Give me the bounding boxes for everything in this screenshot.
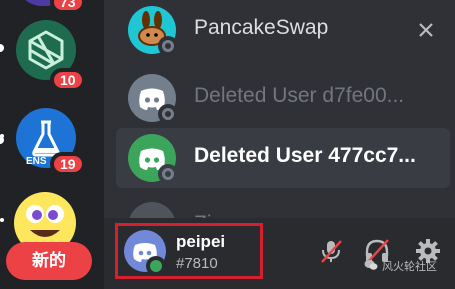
status-indicator [158, 104, 178, 124]
server-badge-hexagon: 10 [50, 68, 86, 92]
server-badge-ens: 19 [50, 152, 86, 176]
dm-name: PancakeSwap [194, 16, 329, 39]
server-badge-top: 73 [50, 0, 86, 14]
dm-name: Deleted User d7fe00... [194, 84, 405, 107]
dm-item-pancakeswap[interactable]: PancakeSwap [116, 0, 450, 60]
status-indicator [158, 164, 178, 184]
dm-item-partial[interactable]: Zi [116, 196, 450, 218]
highlight-annotation [115, 223, 263, 279]
new-label-badge[interactable]: 新的 [6, 242, 92, 280]
dm-item-deleted-user-477cc7[interactable]: Deleted User 477cc7... [116, 128, 450, 188]
status-indicator [158, 36, 178, 56]
dm-name: Deleted User 477cc7... [194, 144, 416, 167]
dm-list: PancakeSwap Deleted User d7fe00... Delet… [104, 0, 455, 218]
offline-icon [162, 108, 174, 120]
offline-icon [162, 40, 174, 52]
server-rail: 73 10 ENS 19 新的 [0, 0, 104, 289]
watermark-text: 风火轮社区 [382, 260, 437, 273]
pill-indicator [0, 218, 4, 222]
offline-icon [162, 168, 174, 180]
wechat-icon [364, 260, 378, 270]
dm-avatar [128, 202, 176, 218]
pill-indicator [0, 134, 4, 138]
mute-icon[interactable] [318, 238, 344, 264]
pill-indicator [0, 46, 4, 50]
dm-item-deleted-user-d7fe00[interactable]: Deleted User d7fe00... [116, 68, 450, 128]
close-icon[interactable] [416, 20, 436, 40]
server-ens-label: ENS [26, 156, 47, 167]
